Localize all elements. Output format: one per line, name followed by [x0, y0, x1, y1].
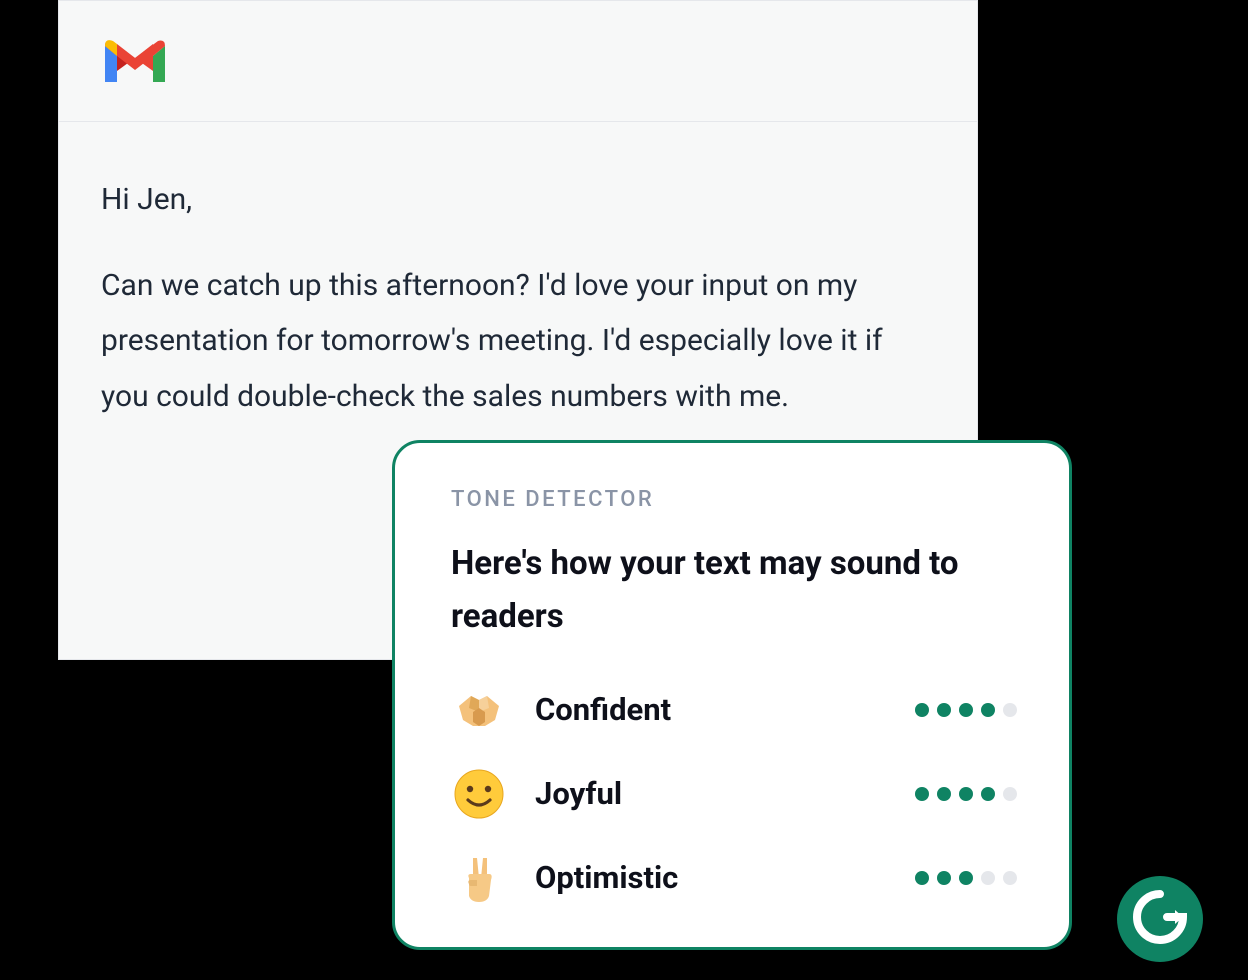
- tone-detector-label: TONE DETECTOR: [451, 487, 1017, 512]
- tone-list: Confident: [451, 668, 1017, 920]
- tone-row-joyful[interactable]: Joyful: [451, 752, 1017, 836]
- dot-on: [959, 787, 973, 801]
- tone-name: Confident: [535, 691, 915, 728]
- tone-name: Optimistic: [535, 859, 915, 896]
- dot-on: [959, 703, 973, 717]
- dot-on: [937, 703, 951, 717]
- email-greeting: Hi Jen,: [101, 172, 935, 228]
- dot-off: [1003, 703, 1017, 717]
- dot-on: [981, 787, 995, 801]
- email-header: [59, 1, 977, 122]
- tone-row-confident[interactable]: Confident: [451, 668, 1017, 752]
- dot-on: [915, 871, 929, 885]
- tone-detector-card: TONE DETECTOR Here's how your text may s…: [392, 440, 1072, 950]
- handshake-icon: [451, 682, 507, 738]
- grammarly-badge-button[interactable]: [1117, 876, 1203, 962]
- email-body[interactable]: Hi Jen, Can we catch up this afternoon? …: [59, 122, 977, 466]
- dot-on: [981, 703, 995, 717]
- tone-detector-title: Here's how your text may sound to reader…: [451, 538, 1017, 644]
- dot-on: [959, 871, 973, 885]
- dot-on: [915, 703, 929, 717]
- dot-off: [981, 871, 995, 885]
- victory-hand-icon: [451, 850, 507, 906]
- tone-score-dots: [915, 787, 1017, 801]
- gmail-logo-icon: [101, 36, 169, 86]
- grammarly-g-icon: [1131, 888, 1189, 950]
- dot-on: [915, 787, 929, 801]
- tone-name: Joyful: [535, 775, 915, 812]
- email-paragraph: Can we catch up this afternoon? I'd love…: [101, 258, 935, 425]
- tone-row-optimistic[interactable]: Optimistic: [451, 836, 1017, 920]
- tone-score-dots: [915, 871, 1017, 885]
- tone-score-dots: [915, 703, 1017, 717]
- smile-icon: [451, 766, 507, 822]
- dot-on: [937, 787, 951, 801]
- dot-off: [1003, 787, 1017, 801]
- dot-on: [937, 871, 951, 885]
- dot-off: [1003, 871, 1017, 885]
